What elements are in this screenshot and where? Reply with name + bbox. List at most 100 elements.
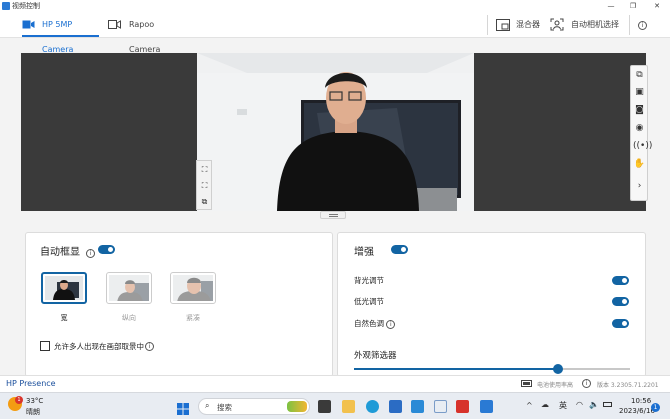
close-button[interactable]: ✕ — [646, 0, 668, 12]
info-icon: i — [638, 21, 647, 30]
weather-desc: 晴朗 — [26, 408, 40, 416]
camera-app-icon[interactable] — [434, 400, 447, 413]
framing-tools: ⛶ ⛶ ⧉ — [196, 160, 212, 210]
framing-option-label: 宽 — [60, 314, 68, 322]
appearance-filter-slider[interactable] — [354, 364, 630, 374]
record-icon[interactable]: ◉ — [633, 122, 646, 135]
version-text: 版本 3.2305.71.2201 — [597, 382, 659, 389]
gesture-icon[interactable]: ✋ — [633, 158, 646, 171]
tab-hp-5mp-camera[interactable]: HP 5MP Camera — [22, 12, 99, 54]
framing-option-compact[interactable] — [170, 272, 216, 304]
notification-badge[interactable]: 1 — [651, 403, 660, 412]
wps-icon[interactable] — [456, 400, 469, 413]
enhance-title-text: 增强 — [354, 247, 374, 258]
hd-icon[interactable]: ▣ — [633, 86, 646, 99]
taskbar: 1 33°C 晴朗 ⌕ 搜索 ^ ☁ 英 ◠ 🔈 10:56 2023/6/16… — [0, 392, 670, 419]
task-view-icon[interactable] — [318, 400, 331, 413]
auto-framing-title: 自动框显 i — [40, 243, 96, 258]
auto-framing-title-text: 自动框显 — [40, 247, 80, 258]
person-in-room-image — [197, 53, 474, 211]
framing-option-wide[interactable] — [41, 272, 87, 304]
snapshot-icon[interactable]: ◙ — [633, 104, 646, 117]
minimize-button[interactable]: — — [600, 0, 622, 12]
app-icon — [2, 2, 10, 10]
camera-preview: ⛶ ⛶ ⧉ ⧉ ▣ ◙ ◉ ((•)) ✋ › — [21, 53, 652, 211]
panel-splitter[interactable] — [320, 211, 346, 219]
divider — [487, 15, 488, 35]
framing-option-portrait[interactable] — [106, 272, 152, 304]
file-explorer-icon[interactable] — [342, 400, 355, 413]
info-icon[interactable]: i — [386, 320, 396, 329]
info-icon[interactable]: i — [145, 342, 154, 351]
pip-icon[interactable]: ⧉ — [633, 69, 646, 82]
broadcast-icon[interactable]: ((•)) — [633, 140, 652, 153]
auto-framing-toggle[interactable] — [98, 245, 115, 254]
power-status-text: 电池使用率高 — [537, 382, 574, 389]
divider — [629, 15, 630, 35]
framing-option-label: 紧凑 — [186, 314, 200, 322]
active-tab-underline — [22, 35, 99, 37]
info-icon[interactable]: i — [86, 249, 96, 258]
tab-rapoo-camera[interactable]: Rapoo Camera — [108, 12, 188, 54]
battery-icon — [521, 380, 532, 387]
wifi-icon[interactable]: ◠ — [576, 400, 583, 409]
backlight-label: 背光调节 — [354, 276, 384, 285]
auto-camera-icon — [550, 18, 564, 31]
search-highlight-image — [287, 401, 307, 412]
camera-feed-image — [197, 53, 474, 211]
battery-icon[interactable] — [603, 402, 612, 407]
onedrive-icon[interactable]: ☁ — [541, 400, 549, 409]
frame-select-icon[interactable]: ⛶ — [199, 164, 210, 175]
chevron-up-icon[interactable]: ^ — [526, 401, 533, 410]
camera-header: HP 5MP Camera Rapoo Camera 混合器 自动相机选择 i — [0, 12, 670, 54]
preview-toolbar: ⧉ ▣ ◙ ◉ ((•)) ✋ › — [630, 65, 652, 201]
brand-label: HP Presence — [6, 379, 56, 388]
search-icon: ⌕ — [205, 401, 210, 410]
multi-person-checkbox[interactable] — [40, 341, 50, 351]
multi-person-label: 允许多人出现在画部取景中 — [54, 342, 144, 351]
chevron-right-icon[interactable]: › — [633, 180, 646, 193]
weather-badge: 1 — [15, 396, 23, 404]
framing-thumbnail — [109, 275, 149, 301]
weather-temp: 33°C — [26, 397, 44, 405]
framing-thumbnail — [45, 276, 83, 300]
enhance-toggle[interactable] — [391, 245, 408, 254]
volume-icon[interactable]: 🔈 — [589, 400, 599, 409]
info-button[interactable]: i — [638, 16, 650, 34]
search-box[interactable]: ⌕ 搜索 — [198, 398, 310, 415]
store-icon[interactable] — [389, 400, 402, 413]
mixer-button[interactable]: 混合器 — [496, 16, 546, 34]
framing-thumbnail — [173, 275, 213, 301]
mail-icon[interactable] — [411, 400, 424, 413]
natural-tone-label: 自然色调 i — [354, 318, 396, 329]
slider-fill — [354, 368, 559, 370]
search-placeholder: 搜索 — [217, 403, 232, 412]
title-bar: 视频控制 — ❐ ✕ — [0, 0, 670, 12]
mixer-icon — [496, 19, 510, 31]
auto-camera-select-button[interactable]: 自动相机选择 — [550, 16, 625, 34]
mixer-label: 混合器 — [516, 20, 540, 29]
camera-icon — [22, 20, 35, 29]
low-light-label: 低光调节 — [354, 297, 384, 306]
maximize-button[interactable]: ❐ — [622, 0, 644, 12]
window-title: 视频控制 — [12, 2, 40, 10]
natural-tone-toggle[interactable] — [612, 319, 629, 328]
windows-logo-icon — [177, 403, 189, 415]
camera-icon — [108, 20, 121, 29]
auto-select-label: 自动相机选择 — [571, 20, 619, 29]
ime-indicator[interactable]: 英 — [559, 400, 567, 411]
edge-icon[interactable] — [366, 400, 379, 413]
enhance-title: 增强 — [354, 243, 374, 258]
start-button[interactable] — [177, 400, 189, 415]
low-light-toggle[interactable] — [612, 297, 629, 306]
status-bar: HP Presence 电池使用率高 i 版本 3.2305.71.2201 — [0, 375, 670, 392]
copy-icon[interactable]: ⧉ — [199, 196, 210, 207]
clock-time[interactable]: 10:56 — [631, 397, 651, 405]
backlight-toggle[interactable] — [612, 276, 629, 285]
video-control-app-icon[interactable] — [480, 400, 493, 413]
info-icon[interactable]: i — [582, 379, 591, 388]
framing-option-label: 纵向 — [122, 314, 136, 322]
clock-date[interactable]: 2023/6/16 — [619, 407, 655, 415]
appearance-filter-title: 外观筛选器 — [354, 351, 397, 361]
frame-adjust-icon[interactable]: ⛶ — [199, 180, 210, 191]
